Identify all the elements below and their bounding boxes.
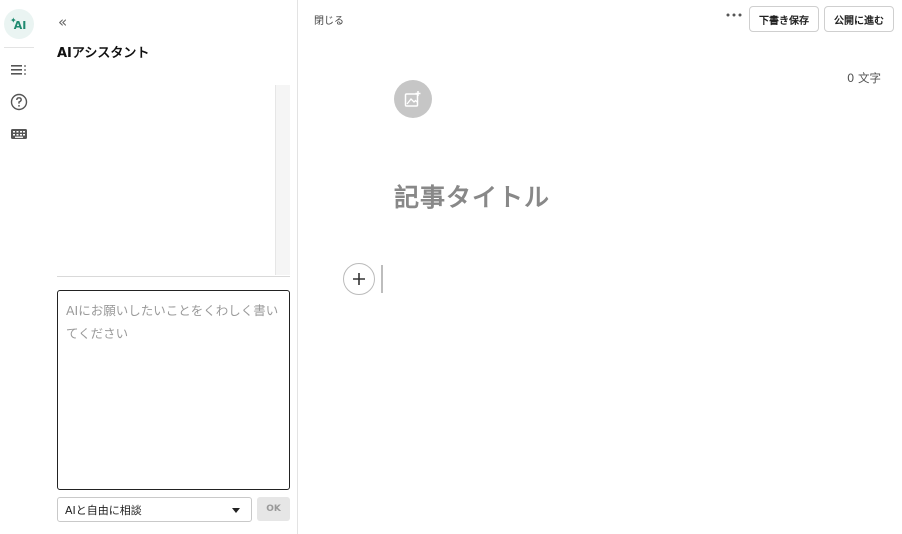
keyboard-icon[interactable] [8, 123, 30, 145]
character-count-value: 0 [847, 71, 855, 85]
add-image-icon[interactable] [394, 80, 432, 118]
plus-icon [353, 273, 365, 285]
chat-scrollbar[interactable] [275, 85, 290, 275]
chevron-down-icon [232, 508, 240, 513]
rail-divider [4, 47, 34, 48]
ai-assistant-icon[interactable]: ✦ AI [4, 9, 34, 39]
character-count-unit: 文字 [858, 71, 881, 85]
chat-history [57, 85, 290, 277]
table-of-contents-icon[interactable] [8, 59, 30, 81]
publish-button[interactable]: 公開に進む [824, 6, 894, 32]
save-draft-button[interactable]: 下書き保存 [749, 6, 819, 32]
icon-rail: ✦ AI [0, 0, 38, 534]
add-block-button[interactable] [343, 263, 375, 295]
ok-button[interactable]: OK [257, 497, 290, 521]
mode-select[interactable]: AIと自由に相談 [57, 497, 252, 522]
text-cursor [381, 265, 383, 293]
prompt-input[interactable] [57, 290, 290, 490]
ai-badge-label: AI [13, 18, 27, 32]
more-options-icon[interactable] [725, 8, 743, 22]
mode-select-value: AIと自由に相談 [65, 503, 142, 517]
panel-title: AIアシスタント [57, 46, 150, 61]
character-count: 0 文字 [847, 70, 881, 86]
editor: 閉じる 下書き保存 公開に進む 0 文字 記事タイトル [298, 0, 902, 534]
ai-assistant-panel: « AIアシスタント AIと自由に相談 OK [38, 0, 297, 534]
article-title-input[interactable]: 記事タイトル [394, 178, 550, 214]
close-button[interactable]: 閉じる [314, 12, 344, 27]
collapse-panel-icon[interactable]: « [58, 14, 74, 30]
help-icon[interactable] [8, 91, 30, 113]
